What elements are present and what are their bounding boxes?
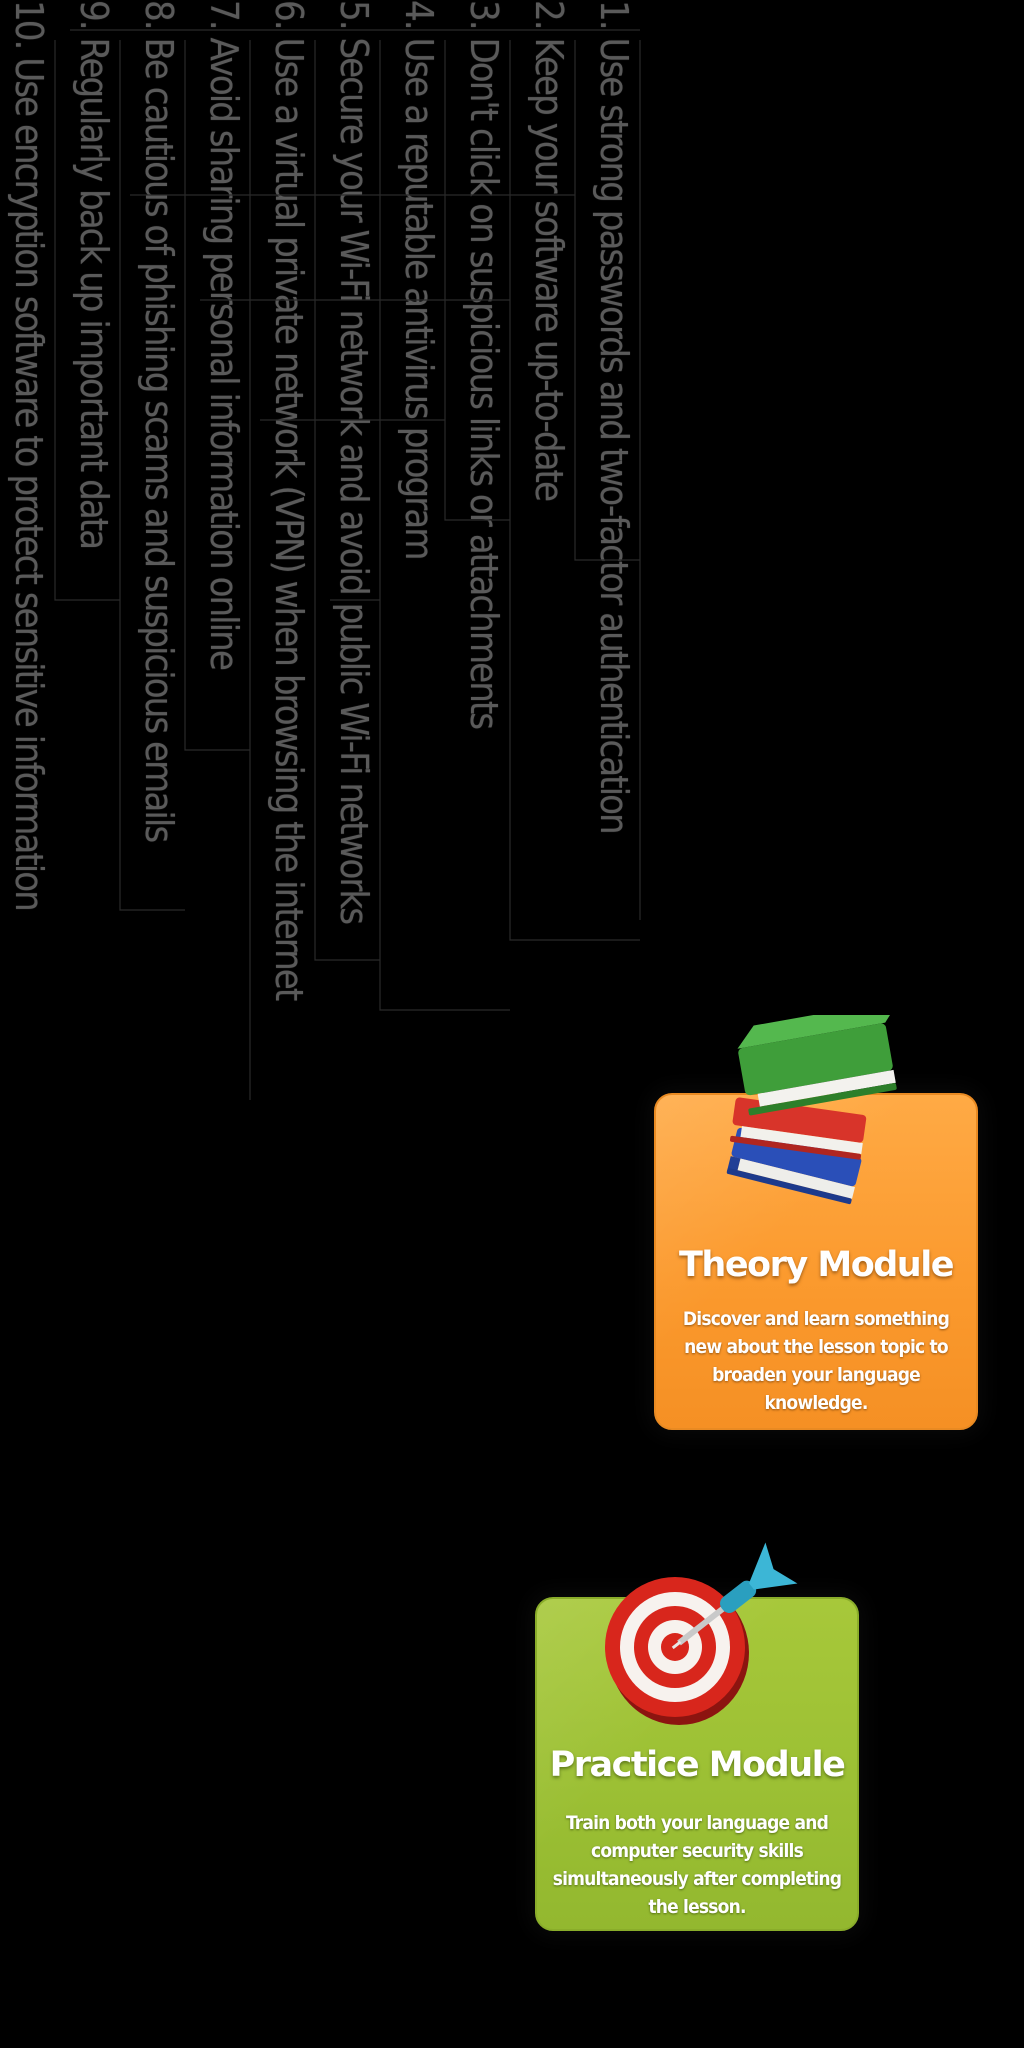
tip-item-6: 6. Use a virtual private network (VPN) w… — [267, 0, 311, 1000]
practice-module-title: Practice Module — [549, 1745, 846, 1785]
theory-module-card[interactable]: Theory Module Discover and learn somethi… — [654, 1015, 978, 1430]
practice-module-card[interactable]: Practice Module Train both your language… — [535, 1542, 859, 1931]
tip-item-4: 4. Use a reputable antivirus program — [397, 0, 441, 559]
tip-item-10: 10. Use encryption software to protect s… — [7, 0, 51, 910]
books-icon — [726, 1015, 900, 1205]
tip-item-3: 3. Don't click on suspicious links or at… — [462, 0, 506, 729]
tip-item-5: 5. Secure your Wi-Fi network and avoid p… — [332, 0, 376, 924]
tip-item-2: 2. Keep your software up-to-date — [527, 0, 571, 500]
theory-module-title: Theory Module — [679, 1245, 954, 1285]
practice-module-description: Train both your language and computer se… — [552, 1812, 842, 1918]
tip-item-9: 9. Regularly back up important data — [72, 0, 116, 549]
target-dart-icon — [605, 1542, 798, 1725]
tip-item-7: 7. Avoid sharing personal information on… — [202, 0, 246, 669]
tip-item-1: 1. Use strong passwords and two-factor a… — [592, 0, 636, 833]
security-tips-list: 1. Use strong passwords and two-factor a… — [0, 0, 1024, 1100]
theory-module-description: Discover and learn something new about t… — [682, 1308, 950, 1414]
tip-item-8: 8. Be cautious of phishing scams and sus… — [137, 0, 181, 842]
